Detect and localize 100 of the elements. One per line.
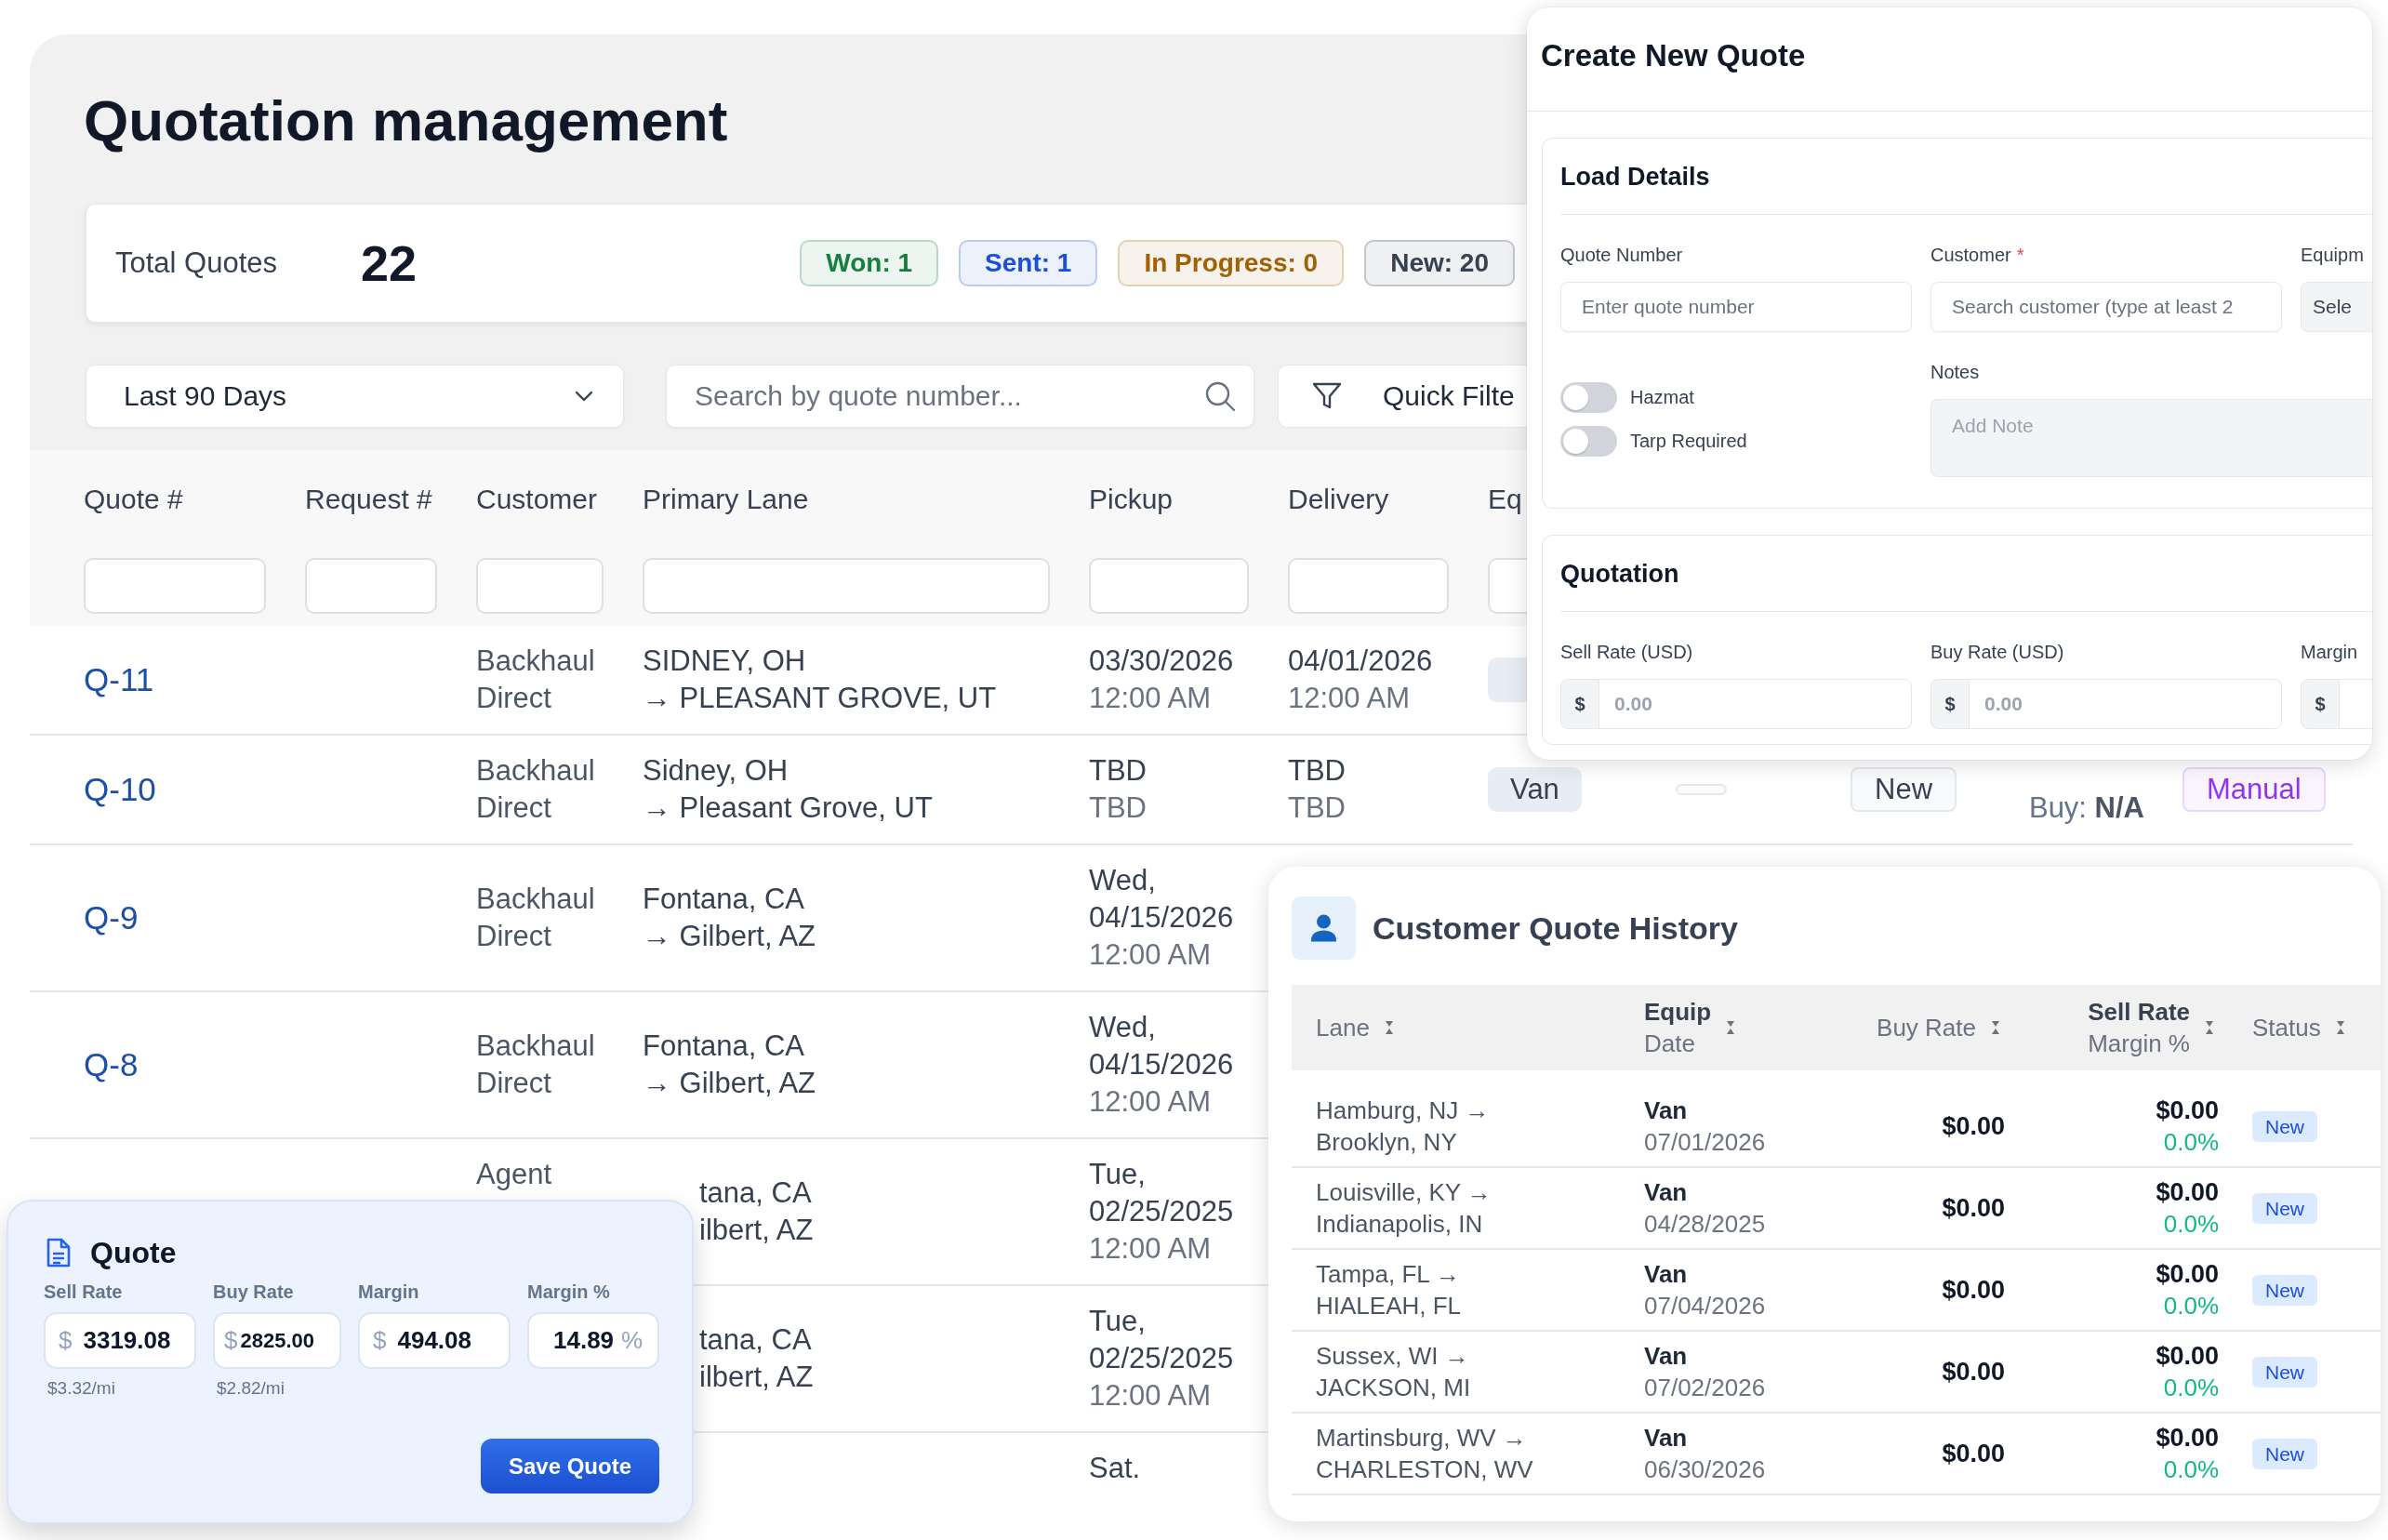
text-input[interactable]: Search customer (type at least 2	[1930, 282, 2282, 332]
filter-input[interactable]	[1288, 558, 1449, 614]
quote-date: 06/30/2026	[1644, 1454, 1766, 1485]
save-quote-button[interactable]: Save Quote	[481, 1439, 659, 1494]
field-label: Margin	[358, 1281, 419, 1303]
field-label: Margin	[2301, 641, 2358, 663]
amount-input[interactable]: $2825.00	[213, 1312, 341, 1369]
margin-percent: 0.0%	[2163, 1127, 2219, 1158]
customer-name: Backhaul Direct	[476, 882, 595, 954]
toggle-switch[interactable]	[1560, 382, 1617, 413]
currency-prefix: $	[1930, 679, 1970, 729]
column-header: Delivery	[1288, 484, 1389, 515]
toggle-label: Tarp Required	[1630, 431, 1747, 452]
text-input[interactable]: Enter quote number	[1560, 282, 1912, 332]
search-icon	[1204, 380, 1236, 412]
buy-rate: $0.00	[1942, 1193, 2005, 1224]
buy-rate: $0.00	[1942, 1275, 2005, 1306]
buy-rate: $0.00	[1942, 1439, 2005, 1469]
date-range-dropdown[interactable]: Last 90 Days	[86, 365, 624, 428]
status-count-badge: Won: 1	[800, 240, 939, 286]
status-badge: New	[2252, 1356, 2317, 1387]
filter-input[interactable]	[643, 558, 1050, 614]
quote-date: 04/28/2025	[1644, 1209, 1766, 1240]
column-header: Status	[2252, 1013, 2321, 1043]
equipment-type: Van	[1644, 1095, 1688, 1126]
customer-name: Agent	[476, 1157, 551, 1192]
sell-rate: $0.00	[2156, 1341, 2219, 1372]
lane-text: Martinsburg, WV → CHARLESTON, WV	[1316, 1423, 1533, 1485]
column-header: Primary Lane	[643, 484, 809, 515]
amount-input[interactable]: $ 494.08	[358, 1312, 511, 1369]
quote-date: 07/01/2026	[1644, 1127, 1766, 1158]
amount-input[interactable]: $ 3319.08	[44, 1312, 196, 1369]
currency-input[interactable]: 0.00	[1599, 679, 1912, 729]
pickup-date: Wed, 04/15/2026 12:00 AM	[1089, 1010, 1234, 1120]
customer-name: Backhaul Direct	[476, 1029, 595, 1101]
status-badge: New	[2252, 1192, 2317, 1224]
sort-icon[interactable]	[1726, 1020, 1736, 1035]
lane-text: Louisville, KY → Indianapolis, IN	[1316, 1177, 1492, 1240]
currency-input[interactable]	[2340, 679, 2372, 729]
sort-icon[interactable]	[2205, 1020, 2214, 1035]
amount-input[interactable]: 14.89 %	[527, 1312, 659, 1369]
quote-link[interactable]: Q-9	[84, 899, 139, 936]
select-dropdown[interactable]: Sele	[2301, 282, 2372, 332]
quote-link[interactable]: Q-10	[84, 771, 156, 808]
quote-date: 07/02/2026	[1644, 1373, 1766, 1403]
column-header: Eq	[1488, 484, 1522, 515]
sort-icon[interactable]	[1384, 1020, 1394, 1035]
filter-input[interactable]	[476, 558, 604, 614]
field-label: Buy Rate	[213, 1281, 294, 1303]
lane-text: SIDNEY, OH → PLEASANT GROVE, UT	[643, 644, 997, 716]
status-badge: New	[2252, 1438, 2317, 1469]
column-header: Pickup	[1089, 484, 1174, 515]
toggle-switch[interactable]	[1560, 426, 1617, 457]
margin-percent: 0.0%	[2163, 1291, 2219, 1321]
pickup-date: Tue, 02/25/2025 12:00 AM	[1089, 1157, 1234, 1267]
per-mile-rate: $2.82/mi	[216, 1378, 285, 1399]
status-badge: New	[2252, 1274, 2317, 1306]
status-count-badge: In Progress: 0	[1118, 240, 1345, 286]
filter-input[interactable]	[305, 558, 437, 614]
column-header: Request #	[305, 484, 432, 515]
field-label: Equipm	[2301, 244, 2364, 266]
currency-prefix: $	[1560, 679, 1599, 729]
section-title: Load Details	[1560, 162, 1710, 192]
quote-link[interactable]: Q-11	[84, 661, 154, 698]
sort-icon[interactable]	[1991, 1020, 2000, 1035]
sell-rate: $0.00	[2156, 1177, 2219, 1208]
currency-prefix: $	[2301, 679, 2340, 729]
quick-filter-button[interactable]: Quick Filte	[1278, 365, 1527, 428]
field-label: Sell Rate (USD)	[1560, 641, 1693, 663]
per-mile-rate: $3.32/mi	[46, 1378, 115, 1399]
filter-input[interactable]	[84, 558, 266, 614]
column-header: Equip Date	[1644, 997, 1712, 1059]
filter-input[interactable]	[1488, 558, 1527, 614]
equipment-tag: Van	[1488, 767, 1582, 812]
sort-icon[interactable]	[2335, 1020, 2345, 1035]
status-badge: New	[1851, 767, 1957, 812]
filter-input[interactable]	[1089, 558, 1249, 614]
source-badge: Manual	[2182, 767, 2326, 812]
card-title: Quote	[90, 1238, 177, 1268]
field-label: Customer *	[1930, 244, 2024, 266]
column-header: Quote #	[84, 484, 183, 515]
pickup-date: Tue, 02/25/2025 12:00 AM	[1089, 1304, 1234, 1414]
notes-textarea[interactable]: Add Note	[1930, 399, 2372, 477]
column-header: Sell Rate Margin %	[2088, 997, 2190, 1059]
margin-percent: 0.0%	[2163, 1209, 2219, 1240]
pickup-date: Sat.	[1089, 1451, 1141, 1486]
field-label: Notes	[1930, 361, 1980, 383]
field-label: Margin %	[527, 1281, 610, 1303]
lane-text: Sidney, OH → Pleasant Grove, UT	[643, 753, 933, 826]
field-label: Buy Rate (USD)	[1930, 641, 2064, 663]
page-title: Quotation management	[84, 87, 728, 154]
status-count-badge: New: 20	[1364, 240, 1515, 286]
lane-text: Sussex, WI → JACKSON, MI	[1316, 1341, 1471, 1403]
column-header: Lane	[1316, 1013, 1370, 1043]
currency-input[interactable]: 0.00	[1970, 679, 2282, 729]
person-icon	[1292, 896, 1356, 960]
quote-link[interactable]: Q-8	[84, 1046, 139, 1083]
search-field[interactable]: Search by quote number...	[666, 365, 1254, 428]
equipment-type: Van	[1644, 1341, 1688, 1372]
pickup-date: TBD TBD	[1089, 753, 1147, 826]
